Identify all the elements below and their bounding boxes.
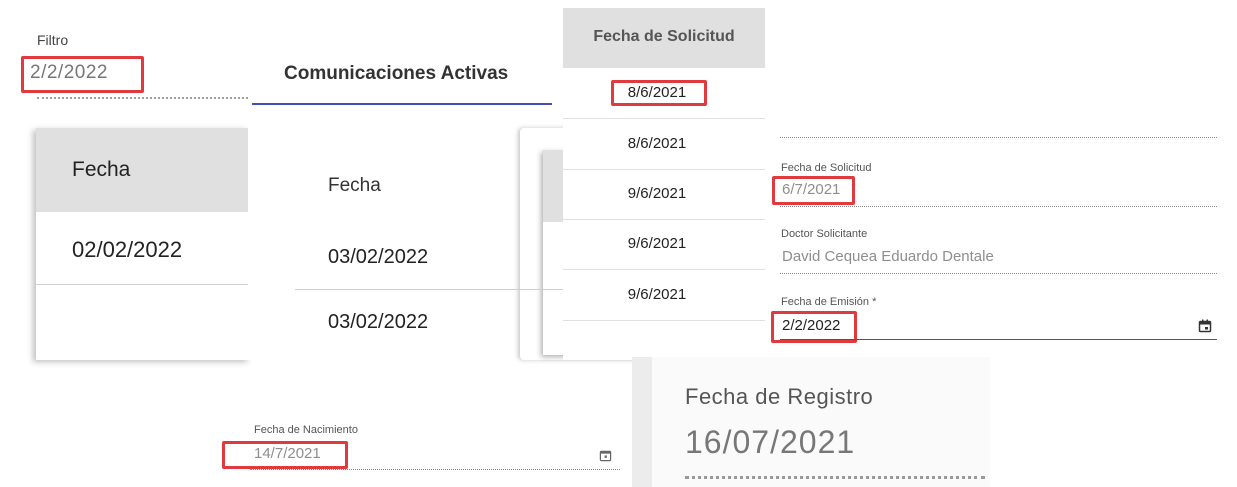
table-header	[36, 128, 250, 212]
comunicaciones-panel	[248, 0, 812, 360]
row-divider	[563, 219, 765, 220]
column-header-fecha-solicitud[interactable]: Fecha de Solicitud	[563, 28, 765, 46]
row-divider	[295, 289, 564, 290]
table-cell-date: 9/6/2021	[627, 235, 687, 252]
table-cell-date: 8/6/2021	[627, 135, 687, 152]
fecha-registro-field[interactable]: 16/07/2021	[685, 424, 855, 461]
calendar-icon[interactable]	[599, 449, 612, 462]
field-underline	[685, 476, 985, 479]
registro-panel	[632, 357, 990, 487]
filter-input-underline	[37, 97, 248, 99]
table-header-fecha[interactable]: Fecha	[328, 175, 381, 197]
table-row-date: 03/02/2022	[328, 311, 429, 333]
table-cell-date: 9/6/2021	[627, 286, 687, 303]
filter-label: Filtro	[37, 32, 69, 48]
field-underline	[250, 469, 620, 470]
table-cell-date: 9/6/2021	[627, 185, 687, 202]
table-row-date: 02/02/2022	[72, 237, 183, 262]
field-underline	[780, 273, 1217, 274]
fecha-nacimiento-label: Fecha de Nacimiento	[254, 424, 358, 436]
fecha-solicitud-label: Fecha de Solicitud	[781, 162, 872, 174]
highlight-box	[772, 176, 855, 205]
row-divider	[563, 118, 765, 119]
row-divider	[36, 284, 250, 285]
field-underline	[780, 206, 1217, 207]
highlight-box	[21, 56, 144, 93]
highlight-box	[222, 441, 348, 469]
row-divider	[563, 269, 765, 270]
calendar-icon[interactable]	[1198, 319, 1212, 333]
active-tab-underline	[252, 103, 552, 105]
fecha-registro-label: Fecha de Registro	[685, 384, 874, 409]
tab-comunicaciones-activas[interactable]: Comunicaciones Activas	[284, 63, 508, 85]
field-underline	[780, 339, 1217, 340]
highlight-box	[611, 80, 707, 106]
panel-edge	[632, 357, 652, 487]
table-header-fecha[interactable]: Fecha	[72, 158, 130, 182]
row-divider	[563, 169, 765, 170]
fecha-emision-label: Fecha de Emisión *	[781, 296, 877, 308]
doctor-solicitante-field[interactable]: David Cequea Eduardo Dentale	[782, 248, 994, 265]
doctor-solicitante-label: Doctor Solicitante	[781, 228, 868, 240]
field-underline	[780, 137, 1217, 138]
table-row-date: 03/02/2022	[328, 246, 429, 268]
row-divider	[563, 320, 765, 321]
